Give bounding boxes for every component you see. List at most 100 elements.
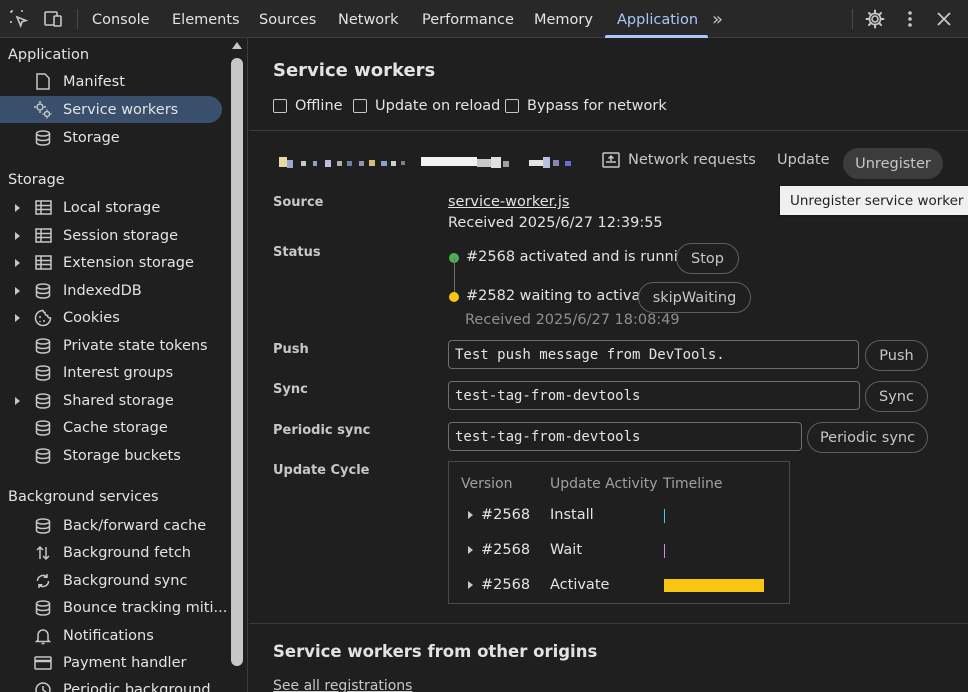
sidebar-section-background-services: Background services xyxy=(8,489,159,505)
database-icon xyxy=(33,281,53,301)
sidebar-item-service-workers[interactable]: Service workers xyxy=(0,96,222,123)
expand-arrow-icon[interactable] xyxy=(15,286,20,295)
expand-row-arrow-icon[interactable] xyxy=(468,546,473,554)
close-icon[interactable] xyxy=(933,8,955,30)
update-cycle-table: Version Update Activity Timeline #2568 I… xyxy=(448,461,790,604)
sync-icon xyxy=(33,571,53,591)
sidebar-item-storage[interactable]: Storage xyxy=(0,124,222,151)
sidebar-item-notifications[interactable]: Notifications xyxy=(0,622,222,649)
database-icon xyxy=(33,391,53,411)
sidebar-item-bounce-tracking[interactable]: Bounce tracking miti... xyxy=(0,594,227,621)
sync-tag-input[interactable]: test-tag-from-devtools xyxy=(448,381,860,410)
skip-waiting-button[interactable]: skipWaiting xyxy=(638,282,751,313)
source-received-time: Received 2025/6/27 12:39:55 xyxy=(448,215,663,231)
expand-arrow-icon[interactable] xyxy=(15,258,20,267)
update-cycle-label: Update Cycle xyxy=(273,463,370,478)
checkbox-box[interactable] xyxy=(353,99,367,113)
tab-elements[interactable]: Elements xyxy=(172,0,240,38)
tab-console[interactable]: Console xyxy=(92,0,150,38)
card-icon xyxy=(33,653,53,673)
expand-row-arrow-icon[interactable] xyxy=(468,511,473,519)
timeline-activate-bar xyxy=(664,579,764,592)
sidebar-item-label: Extension storage xyxy=(63,254,194,271)
push-message-input[interactable]: Test push message from DevTools. xyxy=(448,340,859,369)
sync-label: Sync xyxy=(273,382,308,397)
push-label: Push xyxy=(273,342,309,357)
status-connector-line xyxy=(454,258,455,296)
database-icon xyxy=(33,336,53,356)
tab-sources[interactable]: Sources xyxy=(259,0,316,38)
sidebar-item-periodic-background[interactable]: Periodic background xyxy=(0,676,222,692)
sidebar-item-shared-storage[interactable]: Shared storage xyxy=(0,387,222,414)
source-file-link[interactable]: service-worker.js xyxy=(448,194,570,210)
push-button[interactable]: Push xyxy=(865,340,928,371)
clock-icon xyxy=(33,680,53,692)
sidebar-item-indexeddb[interactable]: IndexedDB xyxy=(0,277,222,304)
table-row-activity: Wait xyxy=(550,542,583,558)
table-icon xyxy=(33,198,53,218)
sidebar-item-label: Notifications xyxy=(63,627,154,644)
periodic-sync-button[interactable]: Periodic sync xyxy=(807,422,928,453)
more-tabs-chevron-icon[interactable]: » xyxy=(712,0,723,38)
tab-memory[interactable]: Memory xyxy=(534,0,593,38)
periodic-sync-tag-input[interactable]: test-tag-from-devtools xyxy=(448,422,802,451)
settings-gear-icon[interactable] xyxy=(864,8,886,30)
update-button[interactable]: Update xyxy=(777,152,830,168)
source-label: Source xyxy=(273,195,324,210)
sidebar-item-back-forward-cache[interactable]: Back/forward cache xyxy=(0,512,222,539)
sidebar-item-label: Storage buckets xyxy=(63,447,181,464)
sidebar-item-extension-storage[interactable]: Extension storage xyxy=(0,249,222,276)
bypass-for-network-checkbox[interactable]: Bypass for network xyxy=(505,98,667,114)
sidebar-item-label: IndexedDB xyxy=(63,282,142,299)
sidebar-item-interest-groups[interactable]: Interest groups xyxy=(0,359,222,386)
sync-button[interactable]: Sync xyxy=(865,381,928,412)
sidebar-item-private-state-tokens[interactable]: Private state tokens xyxy=(0,332,222,359)
expand-row-arrow-icon[interactable] xyxy=(468,581,473,589)
stop-button[interactable]: Stop xyxy=(676,243,739,274)
expand-arrow-icon[interactable] xyxy=(15,231,20,240)
update-on-reload-checkbox[interactable]: Update on reload xyxy=(353,98,500,114)
unregister-button[interactable]: Unregister xyxy=(843,148,943,179)
database-icon xyxy=(33,598,53,618)
sidebar-item-session-storage[interactable]: Session storage xyxy=(0,222,222,249)
see-all-registrations-link[interactable]: See all registrations xyxy=(273,678,412,692)
timeline-install-bar xyxy=(664,509,665,523)
expand-arrow-icon[interactable] xyxy=(15,313,20,322)
sidebar-item-label: Service workers xyxy=(63,101,179,118)
sidebar-item-cookies[interactable]: Cookies xyxy=(0,304,222,331)
sidebar-item-label: Private state tokens xyxy=(63,337,208,354)
gears-icon xyxy=(33,100,53,120)
inspect-element-icon[interactable] xyxy=(8,8,30,30)
device-toolbar-icon[interactable] xyxy=(43,8,65,30)
offline-checkbox[interactable]: Offline xyxy=(273,98,343,114)
tab-performance[interactable]: Performance xyxy=(422,0,514,38)
sidebar-item-cache-storage[interactable]: Cache storage xyxy=(0,414,222,441)
waiting-status-dot xyxy=(449,292,459,302)
table-icon xyxy=(33,253,53,273)
sidebar-item-label: Interest groups xyxy=(63,364,174,381)
sidebar-item-payment-handler[interactable]: Payment handler xyxy=(0,649,222,676)
network-requests-button[interactable]: Network requests xyxy=(602,152,756,168)
sidebar-item-storage-buckets[interactable]: Storage buckets xyxy=(0,442,222,469)
sidebar-item-background-fetch[interactable]: Background fetch xyxy=(0,539,222,566)
sidebar-item-local-storage[interactable]: Local storage xyxy=(0,194,222,221)
network-requests-icon xyxy=(602,152,620,168)
more-options-kebab-icon[interactable] xyxy=(899,8,921,30)
sidebar-item-manifest[interactable]: Manifest xyxy=(0,68,222,95)
sidebar-scrollbar[interactable] xyxy=(231,58,243,666)
sidebar-item-background-sync[interactable]: Background sync xyxy=(0,567,222,594)
sidebar-item-label: Cache storage xyxy=(63,419,168,436)
tab-network[interactable]: Network xyxy=(338,0,399,38)
tab-application[interactable]: Application xyxy=(617,0,698,38)
expand-arrow-icon[interactable] xyxy=(15,396,20,405)
timeline-wait-bar xyxy=(664,544,665,558)
scroll-up-arrow-icon[interactable] xyxy=(232,42,242,49)
bell-icon xyxy=(33,626,53,646)
checkbox-box[interactable] xyxy=(505,99,519,113)
checkbox-box[interactable] xyxy=(273,99,287,113)
page-title: Service workers xyxy=(273,60,436,81)
sidebar-section-application: Application xyxy=(8,47,90,63)
expand-arrow-icon[interactable] xyxy=(15,203,20,212)
checkbox-label: Offline xyxy=(295,98,343,114)
sidebar-item-label: Cookies xyxy=(63,309,120,326)
